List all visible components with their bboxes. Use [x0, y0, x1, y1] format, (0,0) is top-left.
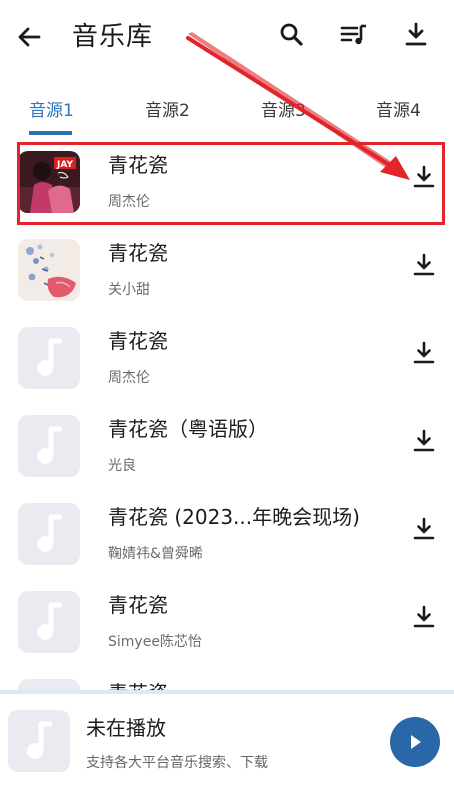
- tab-source-2[interactable]: 音源2: [145, 96, 190, 121]
- song-artist: 关小甜: [108, 282, 150, 298]
- song-row[interactable]: 青花瓷（粤语版） 光良: [0, 401, 454, 489]
- download-song-button[interactable]: [410, 516, 438, 544]
- player-title: 未在播放: [86, 716, 166, 740]
- song-row[interactable]: 青花瓷 Simyee陈芯怡: [0, 577, 454, 665]
- music-note-icon: [37, 602, 63, 640]
- download-song-button[interactable]: [410, 428, 438, 456]
- song-title: 青花瓷 (2023...年晚会现场): [108, 505, 360, 529]
- music-note-icon: [37, 426, 63, 464]
- album-cover: [18, 679, 80, 690]
- album-cover: [18, 591, 80, 653]
- song-row[interactable]: 青花瓷: [0, 665, 454, 690]
- song-row[interactable]: 青花瓷 关小甜: [0, 225, 454, 313]
- player-cover: [8, 710, 70, 772]
- source-tabs: 音源1 音源2 音源3 音源4: [0, 88, 454, 128]
- download-icon: [413, 341, 435, 364]
- album-cover: [18, 415, 80, 477]
- page-title: 音乐库: [72, 22, 154, 52]
- tab-source-4[interactable]: 音源4: [376, 96, 421, 121]
- song-title: 青花瓷: [108, 593, 168, 617]
- download-icon: [413, 253, 435, 276]
- download-icon: [413, 429, 435, 452]
- mini-player[interactable]: 未在播放 支持各大平台音乐搜索、下载: [0, 694, 454, 786]
- download-icon: [405, 22, 427, 46]
- song-title: 青花瓷: [108, 241, 168, 265]
- download-icon: [413, 517, 435, 540]
- album-cover: [18, 327, 80, 389]
- song-artist: Simyee陈芯怡: [108, 634, 202, 650]
- arrow-left-icon: [18, 27, 41, 47]
- album-cover: [18, 503, 80, 565]
- song-artist: 鞠婧祎&曾舜晞: [108, 546, 203, 562]
- downloads-button[interactable]: [401, 20, 431, 50]
- search-icon: [280, 23, 303, 46]
- tab-indicator: [29, 131, 72, 135]
- music-note-icon: [37, 338, 63, 376]
- tab-source-1[interactable]: 音源1: [29, 96, 74, 121]
- download-song-button[interactable]: [410, 252, 438, 280]
- floral-album-art-icon: [18, 239, 80, 301]
- player-subtitle: 支持各大平台音乐搜索、下载: [86, 755, 268, 771]
- download-icon: [413, 605, 435, 628]
- music-note-icon: [27, 721, 53, 759]
- tab-source-3[interactable]: 音源3: [261, 96, 306, 121]
- music-note-icon: [18, 679, 80, 690]
- album-cover: [18, 239, 80, 301]
- highlight-box: [17, 142, 445, 225]
- song-row[interactable]: 青花瓷 (2023...年晚会现场) 鞠婧祎&曾舜晞: [0, 489, 454, 577]
- song-title: 青花瓷（粤语版）: [108, 417, 268, 441]
- song-artist: 周杰伦: [108, 370, 150, 386]
- search-button[interactable]: [277, 20, 307, 50]
- play-button[interactable]: [390, 717, 440, 767]
- top-app-bar: 音乐库: [0, 0, 454, 72]
- download-song-button[interactable]: [410, 604, 438, 632]
- back-button[interactable]: [14, 22, 44, 52]
- song-artist: 光良: [108, 458, 136, 474]
- song-title: 青花瓷: [108, 679, 168, 690]
- play-icon: [411, 735, 421, 749]
- music-note-icon: [37, 514, 63, 552]
- playlist-button[interactable]: [339, 20, 369, 50]
- download-song-button[interactable]: [410, 340, 438, 368]
- song-row[interactable]: 青花瓷 周杰伦: [0, 313, 454, 401]
- song-title: 青花瓷: [108, 329, 168, 353]
- queue-music-icon: [340, 24, 366, 45]
